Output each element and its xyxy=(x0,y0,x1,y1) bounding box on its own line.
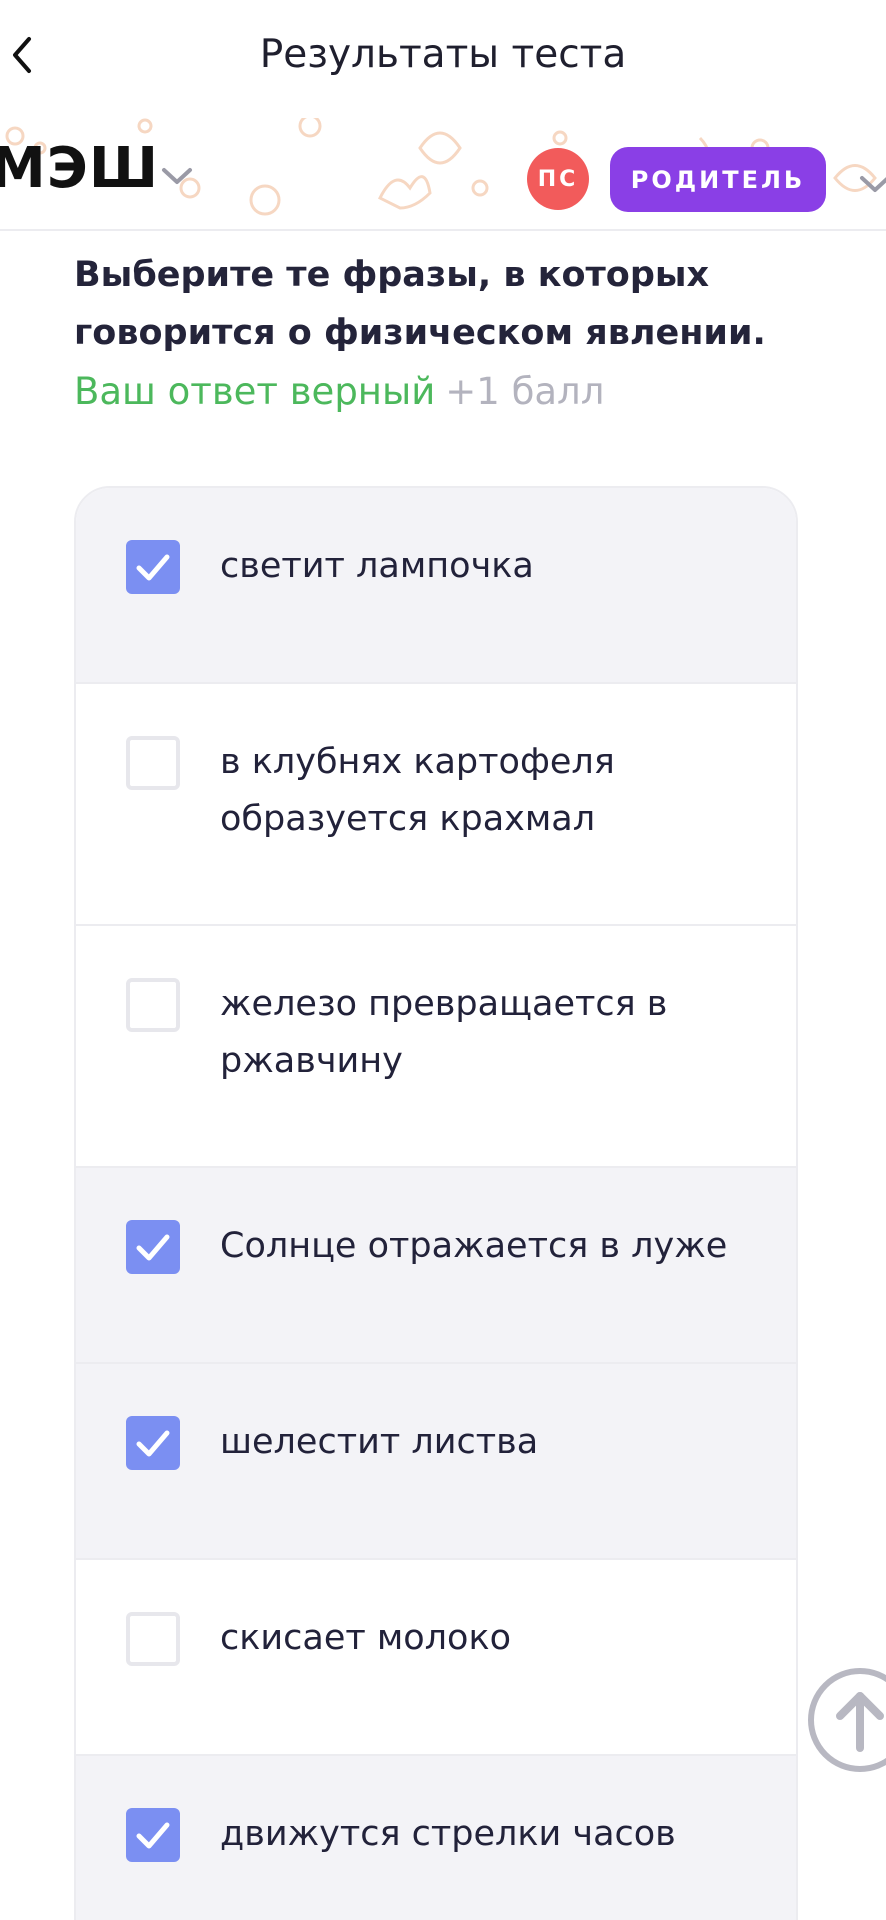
question-text: Выберите те фразы, в которых говорится о… xyxy=(74,255,766,353)
option-label: железо превращается в ржавчину xyxy=(220,984,668,1081)
arrow-up-icon xyxy=(836,1692,884,1752)
option-label: светит лампочка xyxy=(220,546,534,586)
checkbox-checked[interactable] xyxy=(126,540,180,594)
scroll-to-top-button[interactable] xyxy=(808,1668,886,1772)
checkmark-icon xyxy=(136,1822,170,1849)
logo[interactable]: МЭШ xyxy=(0,136,159,201)
option-item[interactable]: движутся стрелки часов xyxy=(76,1756,796,1920)
role-button[interactable]: РОДИТЕЛЬ xyxy=(610,147,826,212)
page-title: Результаты теста xyxy=(259,32,627,77)
option-item[interactable]: светит лампочка xyxy=(76,488,796,684)
checkbox-unchecked[interactable] xyxy=(126,978,180,1032)
option-label: шелестит листва xyxy=(220,1422,539,1462)
option-label: в клубнях картофеля образуется крахмал xyxy=(220,742,615,839)
option-item[interactable]: в клубнях картофеля образуется крахмал xyxy=(76,684,796,926)
option-label: скисает молоко xyxy=(220,1618,512,1658)
checkmark-icon xyxy=(136,1234,170,1261)
chevron-down-icon[interactable] xyxy=(160,164,194,188)
option-item[interactable]: Солнце отражается в луже xyxy=(76,1168,796,1364)
option-item[interactable]: шелестит листва xyxy=(76,1364,796,1560)
option-label: движутся стрелки часов xyxy=(220,1814,676,1854)
avatar[interactable]: ПС xyxy=(527,148,589,210)
result-status: Ваш ответ верный xyxy=(74,370,436,413)
option-item[interactable]: железо превращается в ржавчину xyxy=(76,926,796,1168)
option-label: Солнце отражается в луже xyxy=(220,1226,728,1266)
top-bar: Результаты теста xyxy=(0,0,886,118)
checkbox-unchecked[interactable] xyxy=(126,1612,180,1666)
checkbox-checked[interactable] xyxy=(126,1416,180,1470)
checkbox-checked[interactable] xyxy=(126,1220,180,1274)
checkbox-unchecked[interactable] xyxy=(126,736,180,790)
answer-options: светит лампочка в клубнях картофеля обра… xyxy=(74,486,798,1920)
chevron-down-icon[interactable] xyxy=(858,172,886,196)
checkmark-icon xyxy=(136,554,170,581)
checkmark-icon xyxy=(136,1430,170,1457)
option-item[interactable]: скисает молоко xyxy=(76,1560,796,1756)
checkbox-checked[interactable] xyxy=(126,1808,180,1862)
result-line: Ваш ответ верный +1 балл xyxy=(74,369,604,415)
points-badge: +1 балл xyxy=(445,370,605,413)
